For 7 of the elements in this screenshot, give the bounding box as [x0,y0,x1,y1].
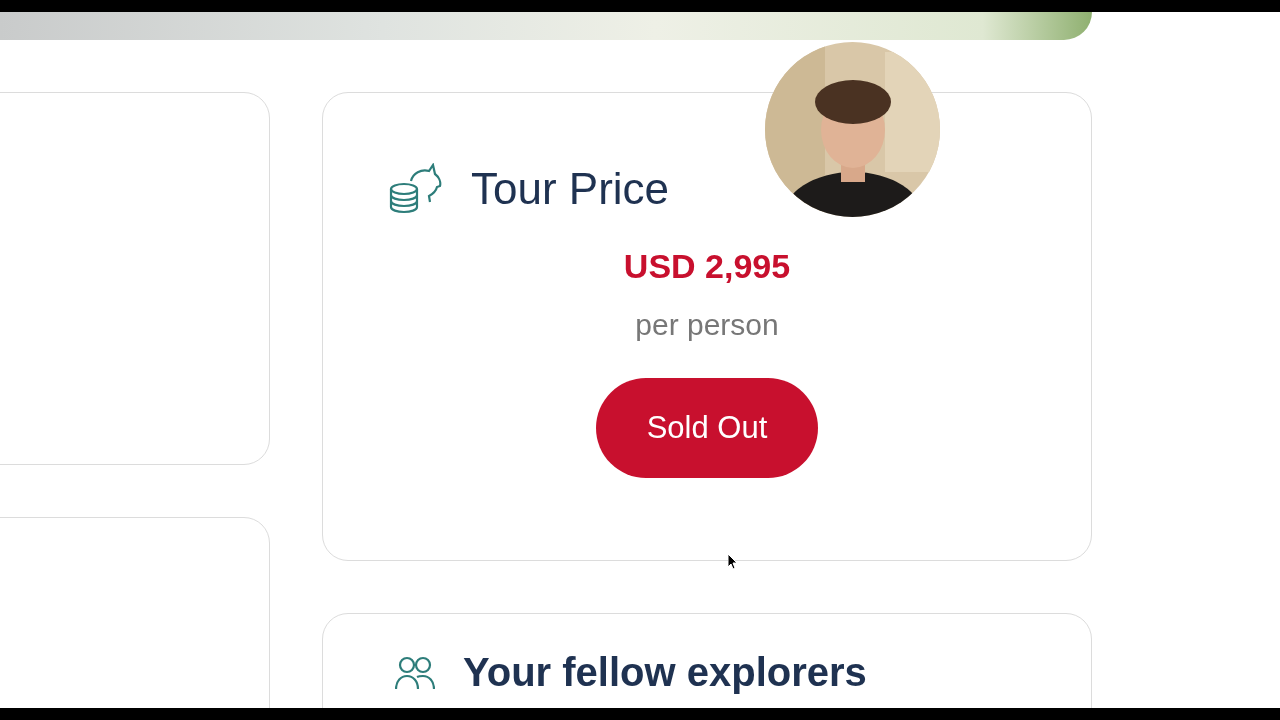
people-icon [395,655,435,690]
coins-piggy-icon [389,163,443,215]
card-title: Tour Price [471,164,670,214]
price-unit: per person [635,308,779,342]
price: USD 2,995 [623,247,791,286]
sold-out-button[interactable]: Sold Out [596,378,818,478]
card-title: Your fellow explorers [463,650,867,695]
